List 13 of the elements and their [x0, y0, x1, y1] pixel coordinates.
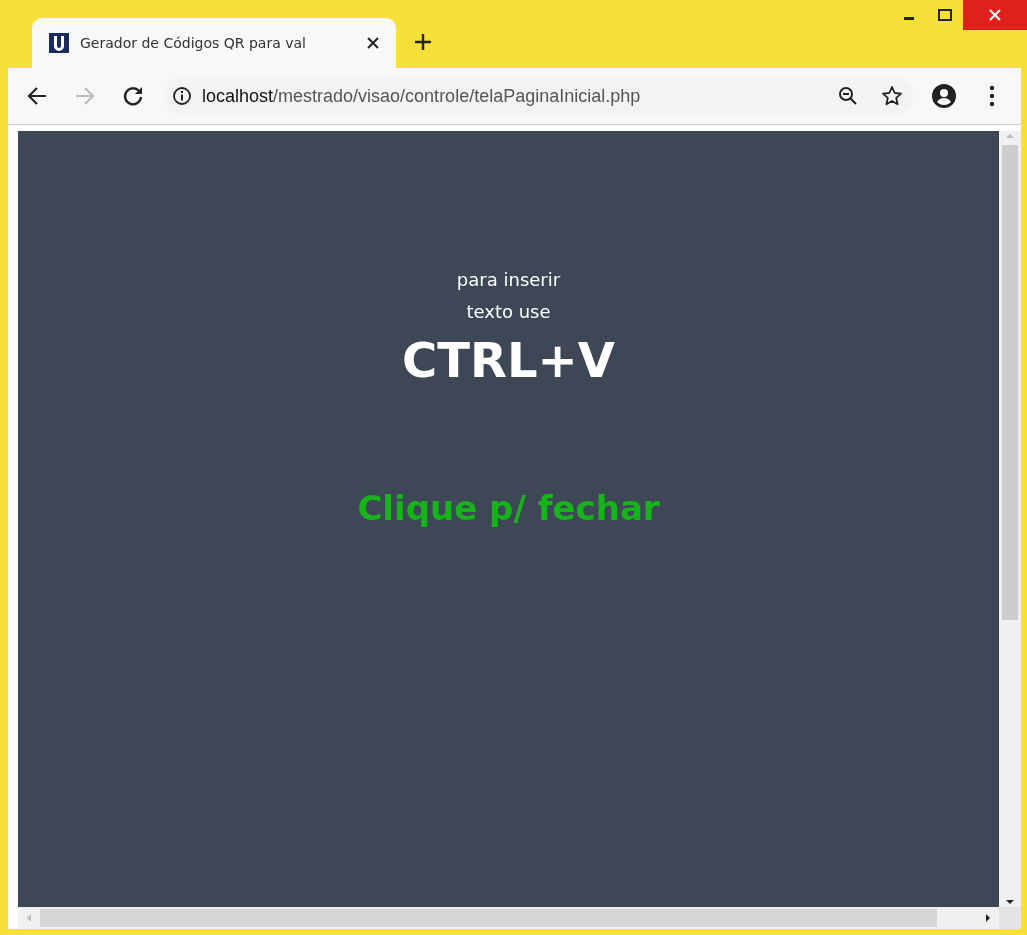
vertical-scrollbar[interactable] [999, 131, 1021, 907]
browser-tab[interactable]: Gerador de Códigos QR para val [32, 18, 396, 68]
scroll-right-icon[interactable] [983, 913, 993, 923]
tab-title: Gerador de Códigos QR para val [80, 35, 307, 51]
horizontal-scrollbar[interactable] [18, 907, 999, 929]
scrollbar-corner [999, 907, 1021, 929]
site-logo-icon [48, 32, 70, 54]
info-icon[interactable] [172, 86, 192, 106]
instruction-text: para inserir [456, 268, 561, 292]
url-text: localhost/mestrado/visao/controle/telaPaginaInicial.php [202, 85, 642, 107]
address-bar[interactable]: localhost/mestrado/visao/controle/telaPaginaInicial.php [164, 76, 913, 116]
shortcut-text: CTRL+V [402, 332, 615, 388]
instruction-text: texto use [466, 300, 551, 324]
